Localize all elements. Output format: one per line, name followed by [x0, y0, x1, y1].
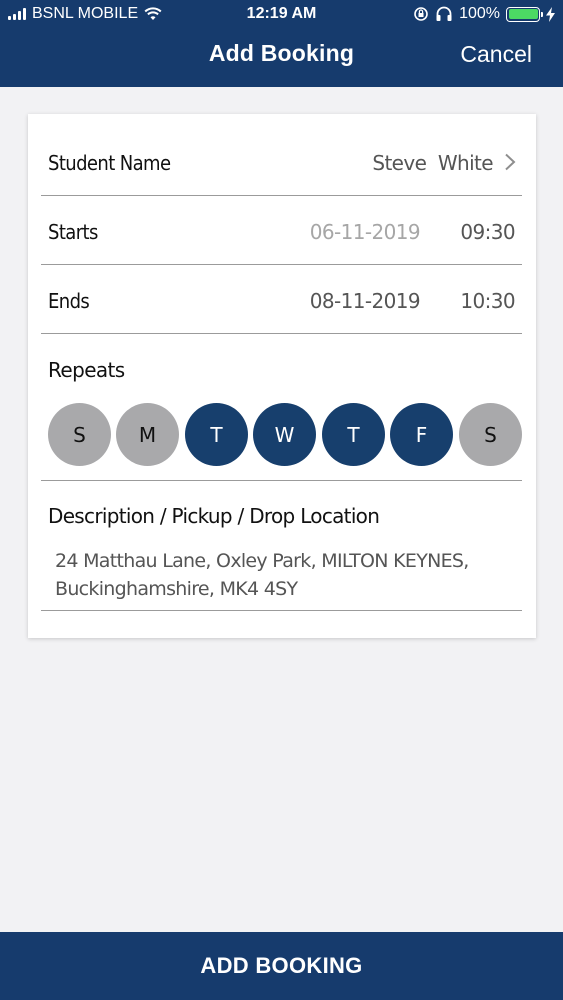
add-booking-button[interactable]: ADD BOOKING: [0, 932, 563, 1000]
battery-icon: [506, 6, 543, 22]
starts-date[interactable]: 06-11-2019: [310, 220, 421, 244]
day-toggle-wednesday[interactable]: W: [253, 403, 316, 466]
headphones-icon: [436, 6, 452, 21]
description-label: Description / Pickup / Drop Location: [48, 504, 380, 528]
ends-row: Ends 08-11-2019 10:30: [41, 265, 522, 334]
ends-date[interactable]: 08-11-2019: [310, 289, 421, 313]
student-name-value: Steve White: [372, 151, 493, 175]
navigation-bar: BSNL MOBILE 12:19 AM 100% Add Booking Ca…: [0, 0, 563, 87]
day-toggle-monday[interactable]: M: [116, 403, 179, 466]
divider: [41, 480, 522, 481]
charging-bolt-icon: [546, 6, 555, 22]
day-toggle-sunday[interactable]: S: [48, 403, 111, 466]
description-field[interactable]: 24 Matthau Lane, Oxley Park, MILTON KEYN…: [55, 547, 515, 603]
day-toggle-tuesday[interactable]: T: [185, 403, 248, 466]
ends-time[interactable]: 10:30: [460, 289, 515, 313]
day-toggle-thursday[interactable]: T: [322, 403, 385, 466]
orientation-lock-icon: [414, 7, 428, 21]
day-toggle-saturday[interactable]: S: [459, 403, 522, 466]
status-right: 100%: [413, 5, 555, 23]
divider: [41, 610, 522, 611]
student-name-label: Student Name: [48, 151, 171, 175]
day-toggle-friday[interactable]: F: [390, 403, 453, 466]
student-name-row[interactable]: Student Name Steve White: [41, 127, 522, 196]
repeat-days-selector: S M T W T F S: [48, 403, 522, 467]
starts-row: Starts 06-11-2019 09:30: [41, 196, 522, 265]
cancel-button[interactable]: Cancel: [460, 41, 532, 68]
starts-time[interactable]: 09:30: [460, 220, 515, 244]
battery-percent: 100%: [459, 5, 500, 22]
status-bar: BSNL MOBILE 12:19 AM 100%: [0, 0, 563, 30]
booking-form-card: Student Name Steve White Starts 06-11-20…: [28, 114, 536, 638]
repeats-label: Repeats: [48, 358, 125, 382]
chevron-right-icon: [505, 153, 516, 171]
ends-label: Ends: [48, 289, 90, 313]
starts-label: Starts: [48, 220, 98, 244]
